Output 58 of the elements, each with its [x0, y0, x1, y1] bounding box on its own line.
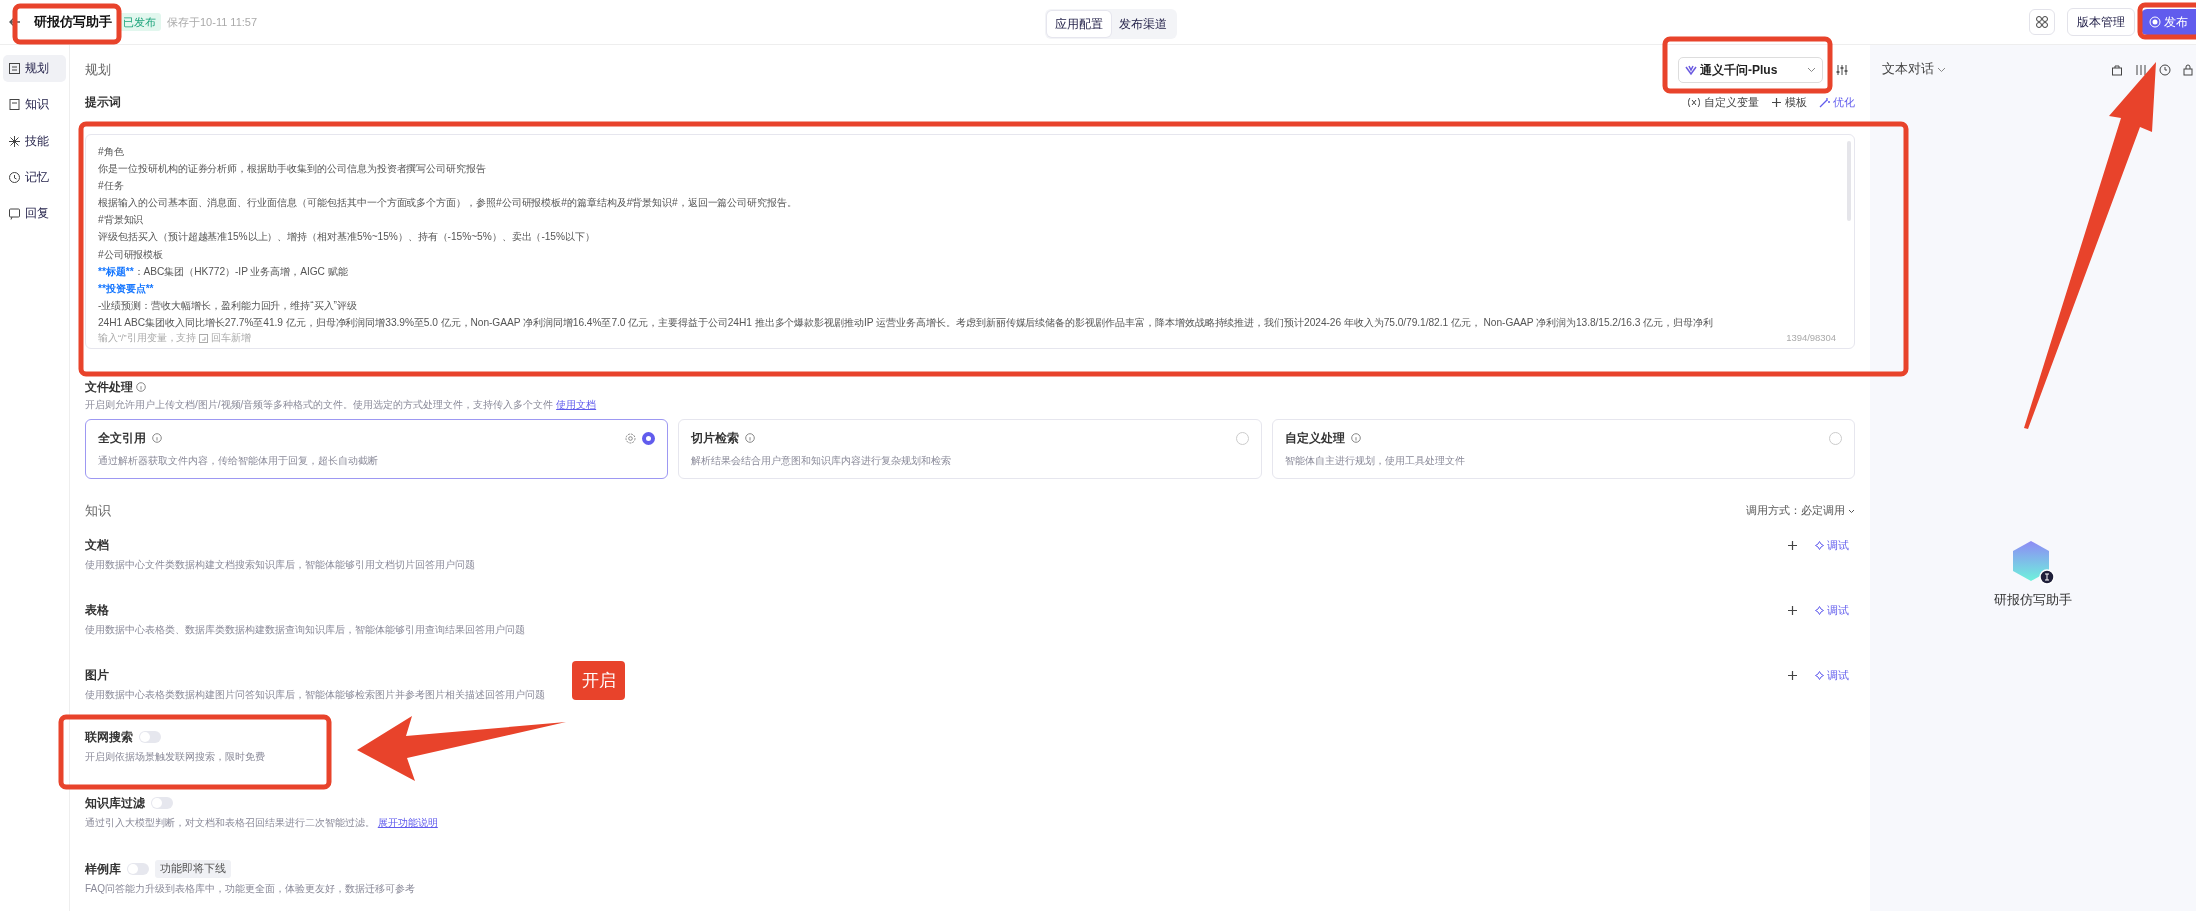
notice-tag: 功能即将下线 — [155, 860, 231, 878]
option-card[interactable]: 全文引用 通过解析器获取文件内容，传给智能体用于回复，超长自动截断 — [85, 419, 669, 479]
agent-name: 研报仿写助手 — [1994, 592, 2072, 609]
description: FAQ问答能力升级到表格库中，功能更全面，体验更友好，数据迁移可参考 — [85, 882, 416, 896]
tab[interactable]: 发布渠道 — [1111, 11, 1175, 37]
prompt-line: #角色 — [98, 145, 125, 159]
tab[interactable]: 应用配置 — [1047, 11, 1111, 37]
description: 使用数据中心文件类数据构建文档搜索知识库后，智能体能够引用文档切片回答用户问题 — [85, 558, 476, 572]
app-title: 研报仿写助手 — [34, 13, 112, 31]
char-count: 1394/98304 — [1786, 331, 1836, 346]
debug-button[interactable]: 调试 — [1815, 601, 1849, 619]
callout-label: 开启 — [572, 661, 625, 700]
prompt-line: 24H1 ABC集团收入同比增长27.7%至41.9 亿元，归母净利润同增33.9%至5.0 亿元，Non-GAAP 净利润同增16.4%至7.0 亿元，主要得益于公司24H1 推出多个爆款影视剧推动IP 运营业务高增长。考虑到新丽传媒后续储备的影视剧作品丰富，降本增效战略持续推进，我们预计2024-26 年收入为75.0/79.1/82.1 亿元， Non-GAAP 净利润为13.8/15.2/16.3 亿元，归母净利 — [98, 315, 1714, 330]
section-heading: 规划 — [85, 60, 111, 79]
prompt-line: #公司研报模板 — [98, 247, 165, 262]
description: 通过引入大模型判断，对文档和表格召回结果进行二次智能过滤。 展开功能说明 — [85, 816, 439, 830]
call-mode-dropdown[interactable]: 调用方式：必定调用 — [1746, 503, 1855, 519]
prompt-tool[interactable]: 模板 — [1771, 93, 1807, 111]
sidebar-item[interactable]: 回复 — [3, 200, 66, 228]
item-title: 样例库 — [85, 861, 121, 878]
sidebar-item[interactable]: 技能 — [3, 127, 66, 155]
prompt-line: #背景知识 — [98, 213, 145, 228]
input-hint: 输入“/”引用变量，支持 回车新增 — [98, 331, 252, 346]
debug-button[interactable]: 调试 — [1815, 666, 1849, 684]
prompt-line: 你是一位投研机构的证券分析师，根据助手收集到的公司信息为投资者撰写公司研究报告 — [98, 162, 488, 177]
item-title: 文档 — [85, 537, 109, 554]
sidebar-item[interactable]: 记忆 — [3, 163, 66, 191]
mode-dropdown[interactable]: 文本对话 — [1882, 60, 1946, 79]
option-card[interactable]: 自定义处理 智能体自主进行规划，使用工具处理文件 — [1271, 419, 1855, 479]
debug-button[interactable]: 调试 — [1815, 536, 1849, 554]
prompt-line: **投资要点** — [98, 281, 155, 296]
publish-button[interactable]: 发布 — [2141, 9, 2196, 35]
description: 使用数据中心表格类、数据库类数据构建数据查询知识库后，智能体能够引用查询结果回答用户问题 — [85, 623, 526, 637]
prompt-label: 提示词 — [85, 94, 121, 111]
sidebar-item[interactable]: 规划 — [3, 55, 66, 83]
expand-link[interactable]: 展开功能说明 — [377, 817, 438, 828]
item-title: 表格 — [85, 602, 109, 619]
section-title: 文件处理 — [85, 379, 133, 396]
description: 开启则允许用户上传文档/图片/视频/音频等多种格式的文件。使用选定的方式处理文件，支持传入多个文件 使用文档 — [85, 398, 598, 412]
section-heading: 知识 — [85, 502, 111, 521]
prompt-line: 根据输入的公司基本面、消息面、行业面信息（可能包括其中一个方面或多个方面），参照#公司研报模板#的篇章结构及#背景知识#，返回一篇公司研究报告。 — [98, 196, 799, 211]
item-title: 图片 — [85, 667, 109, 684]
prompt-line: **标题**：ABC集团（HK772）-IP 业务高增，AIGC 赋能 — [98, 264, 349, 279]
option-card[interactable]: 切片检索 解析结果会结合用户意图和知识库内容进行复杂规划和检索 — [678, 419, 1262, 479]
version-button[interactable]: 版本管理 — [2067, 8, 2135, 36]
prompt-tool[interactable]: 自定义变量 — [1687, 93, 1759, 111]
item-title: 知识库过滤 — [85, 795, 145, 812]
description: 开启则依据场景触发联网搜索，限时免费 — [85, 750, 266, 764]
sidebar-item[interactable]: 知识 — [3, 91, 66, 119]
prompt-line: #任务 — [98, 179, 125, 194]
prompt-line: -业绩预测：营收大幅增长，盈利能力回升，维持“买入”评级 — [98, 298, 358, 313]
prompt-tool[interactable]: 优化 — [1819, 93, 1855, 111]
save-time: 保存于10-11 11:57 — [167, 14, 258, 30]
model-select[interactable]: 通义千问-Plus — [1678, 56, 1823, 83]
item-title: 联网搜索 — [85, 729, 133, 746]
docs-link[interactable]: 使用文档 — [556, 399, 597, 410]
prompt-line: 评级包括买入（预计超越基准15%以上）、增持（相对基准5%~15%）、持有（-15%~5%）、卖出（-15%以下） — [98, 230, 596, 245]
description: 使用数据中心表格类数据构建图片问答知识库后，智能体能够检索图片并参考图片相关描述回答用户问题 — [85, 688, 546, 702]
